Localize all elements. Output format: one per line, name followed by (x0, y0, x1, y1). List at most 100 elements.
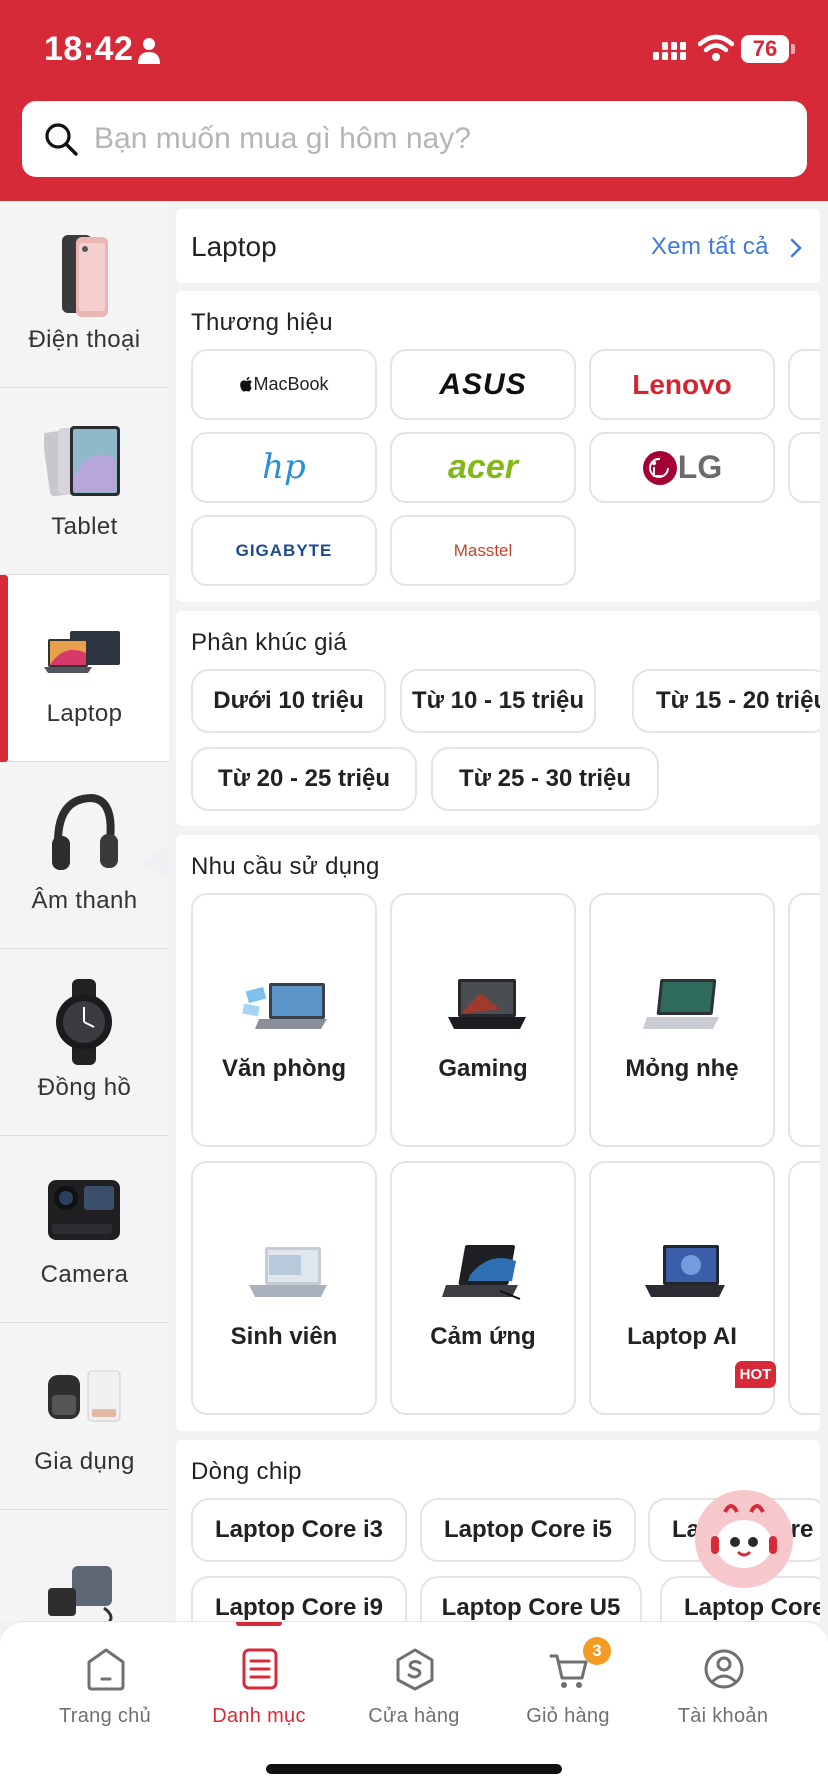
sidebar-item-tablet[interactable]: Tablet (0, 388, 169, 575)
brand-section: Thương hiệu MacBook ASUS Lenovo hp acer (176, 291, 820, 602)
categories-icon (242, 1648, 278, 1690)
tab-categories[interactable]: Danh mục (184, 1622, 334, 1752)
brand-gigabyte-button[interactable]: GIGABYTE (191, 515, 377, 586)
brand-lenovo-label: Lenovo (632, 369, 732, 400)
touch-laptop-image (442, 1245, 521, 1300)
brand-asus-button[interactable]: ASUS (390, 349, 576, 420)
brand-lg-button[interactable]: LG (589, 432, 775, 503)
battery-tip (791, 44, 795, 54)
chevron-right-icon[interactable] (787, 237, 805, 259)
brand-lenovo-button[interactable]: Lenovo (589, 349, 775, 420)
student-laptop-image (249, 1247, 327, 1297)
chip-section-title: Dòng chip (191, 1458, 302, 1485)
sidebar-item-label: Tablet (51, 513, 118, 540)
active-category-pointer (140, 846, 169, 878)
chip-core-i3-button[interactable]: Laptop Core i3 (191, 1498, 407, 1562)
cart-count-badge: 3 (583, 1637, 611, 1665)
tab-account-label: Tài khoản (677, 1705, 769, 1727)
brand-acer-button[interactable]: acer (390, 432, 576, 503)
price-section: Phân khúc giá Dưới 10 triệu Từ 10 - 15 t… (176, 611, 820, 826)
tab-home-label: Trang chủ (58, 1705, 151, 1727)
usage-touch-label: Cảm ứng (430, 1323, 536, 1350)
app-header: 18:42 76 (0, 0, 828, 201)
brand-masstel-button[interactable]: Masstel (390, 515, 576, 586)
account-icon (704, 1649, 744, 1689)
brand-acer-label: acer (448, 448, 518, 486)
brand-macbook-label: MacBook (253, 374, 329, 394)
status-time: 18:42 (44, 30, 134, 68)
usage-office-card[interactable]: Văn phòng (191, 893, 377, 1147)
usage-ai-laptop-label: Laptop AI (627, 1323, 737, 1350)
brand-more-button[interactable] (788, 432, 820, 503)
usage-gaming-card[interactable]: Gaming (390, 893, 576, 1147)
sidebar-item-laptop[interactable]: Laptop (0, 575, 169, 762)
brand-more-button[interactable] (788, 349, 820, 420)
brand-hp-button[interactable]: hp (191, 432, 377, 503)
see-all-link[interactable]: Xem tất cả (651, 233, 769, 261)
usage-student-label: Sinh viên (230, 1323, 338, 1350)
support-mascot-button[interactable] (695, 1490, 793, 1588)
lg-logo-icon (642, 451, 677, 485)
price-25-30m-button[interactable]: Từ 25 - 30 triệu (431, 747, 659, 811)
search-input[interactable] (94, 111, 784, 167)
price-under-10m-button[interactable]: Dưới 10 triệu (191, 669, 386, 733)
sidebar-item-label: Camera (40, 1261, 129, 1288)
office-laptop-image (242, 983, 327, 1029)
status-bar: 18:42 76 (0, 0, 828, 90)
brand-section-title: Thương hiệu (191, 309, 333, 336)
brand-lg-label: LG (677, 449, 723, 485)
tab-home[interactable]: Trang chủ (30, 1622, 180, 1752)
sidebar-item-phone[interactable]: Điện thoại (0, 201, 169, 388)
tab-categories-label: Danh mục (212, 1705, 306, 1727)
tab-account[interactable]: Tài khoản (648, 1622, 798, 1752)
price-15-20m-button[interactable]: Từ 15 - 20 triệu (632, 669, 820, 733)
usage-section-title: Nhu cầu sử dụng (191, 853, 380, 880)
sidebar-item-label: Âm thanh (31, 887, 138, 914)
price-10-15m-button[interactable]: Từ 10 - 15 triệu (400, 669, 596, 733)
tablet-thumbnail (44, 426, 120, 497)
accessories-thumbnail (48, 1566, 113, 1621)
usage-more-card[interactable] (788, 893, 820, 1147)
person-icon (138, 38, 160, 64)
price-20-25m-button[interactable]: Từ 20 - 25 triệu (191, 747, 417, 811)
tab-stores[interactable]: Cửa hàng (339, 1622, 489, 1752)
section-header: Laptop Xem tất cả (176, 209, 820, 283)
phone-thumbnail (62, 235, 108, 317)
usage-gaming-label: Gaming (438, 1055, 528, 1082)
gaming-laptop-image (448, 979, 526, 1029)
tab-stores-label: Cửa hàng (368, 1705, 460, 1727)
sidebar-item-accessories[interactable] (0, 1510, 169, 1621)
sidebar-item-watch[interactable]: Đồng hồ (0, 949, 169, 1136)
store-icon (396, 1648, 434, 1691)
search-bar[interactable] (22, 101, 807, 177)
sidebar-item-label: Laptop (46, 700, 123, 727)
usage-student-card[interactable]: Sinh viên (191, 1161, 377, 1415)
usage-more-card[interactable] (788, 1161, 820, 1415)
sidebar-item-label: Gia dụng (34, 1448, 135, 1475)
tab-cart[interactable]: 3 Giỏ hàng (493, 1622, 643, 1752)
sidebar-item-label: Đồng hồ (37, 1074, 132, 1101)
usage-thin-light-card[interactable]: Mỏng nhẹ (589, 893, 775, 1147)
sidebar-item-label: Điện thoại (28, 326, 141, 353)
sidebar-item-appliances[interactable]: Gia dụng (0, 1323, 169, 1510)
category-sidebar: Điện thoại Tablet Laptop Âm thanh Đồng h… (0, 201, 169, 1621)
usage-touch-card[interactable]: Cảm ứng (390, 1161, 576, 1415)
brand-hp-label: hp (262, 447, 306, 487)
brand-gigabyte-label: GIGABYTE (235, 541, 333, 560)
watch-thumbnail (56, 979, 112, 1065)
brand-asus-label: ASUS (439, 368, 527, 401)
chip-core-i9-button[interactable]: Laptop Core i9 (191, 1576, 407, 1621)
battery-indicator: 76 (741, 35, 789, 63)
brand-lg-logo: LG (591, 434, 773, 501)
brand-macbook-logo: MacBook (193, 351, 375, 418)
brand-masstel-label: Masstel (453, 541, 513, 560)
cellular-signal-icon (653, 42, 686, 60)
sidebar-item-camera[interactable]: Camera (0, 1136, 169, 1323)
section-title: Laptop (191, 231, 277, 262)
usage-section: Nhu cầu sử dụng Văn phòng Gaming Mỏng nh… (176, 835, 820, 1431)
chip-core-u5-button[interactable]: Laptop Core U5 (420, 1576, 642, 1621)
chip-core-i5-button[interactable]: Laptop Core i5 (420, 1498, 636, 1562)
apple-logo-icon (240, 376, 253, 392)
search-icon (45, 123, 78, 156)
brand-macbook-button[interactable]: MacBook (191, 349, 377, 420)
